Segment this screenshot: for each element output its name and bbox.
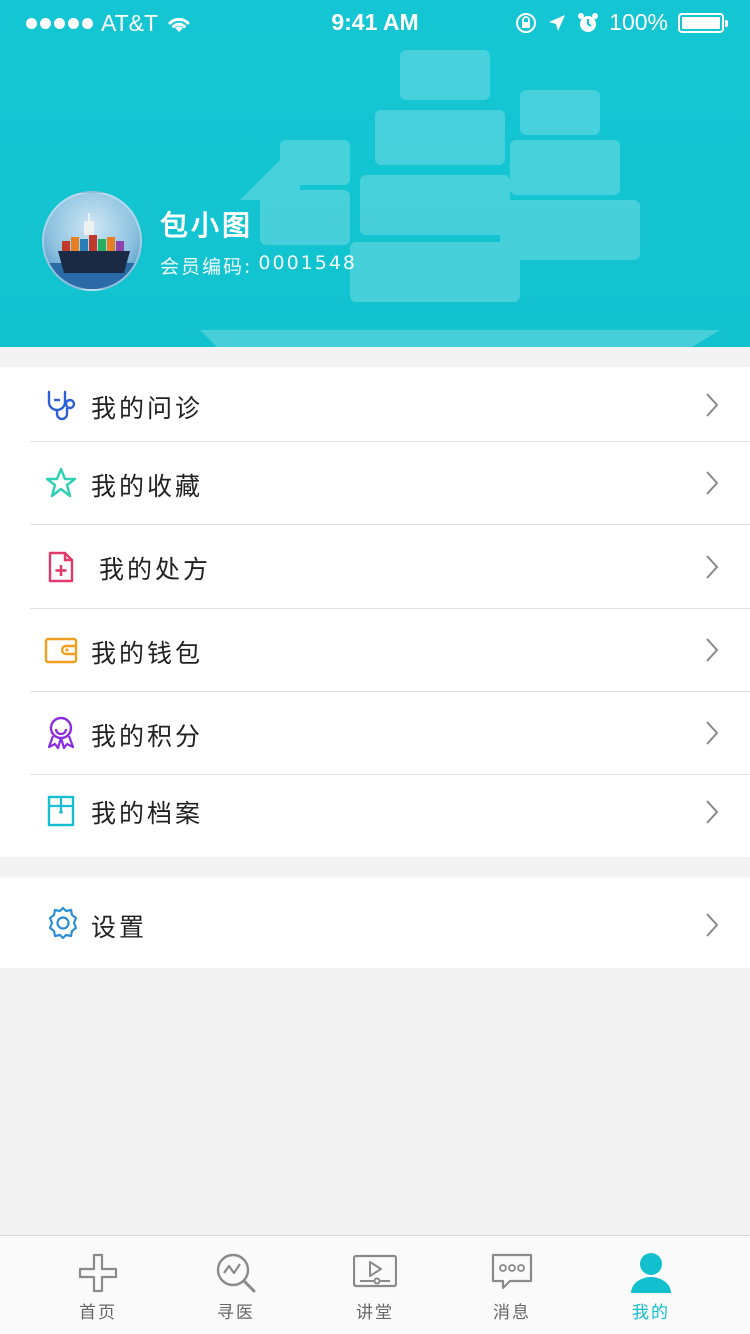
user-name: 包小图 — [160, 208, 254, 242]
tab-label: 首页 — [79, 1303, 117, 1323]
status-bar: AT&T 9:41 AM 100% — [0, 0, 750, 44]
chevron-right-icon — [706, 555, 719, 579]
chevron-right-icon — [706, 721, 719, 745]
battery-percent: 100% — [609, 9, 668, 35]
wallet-icon — [44, 637, 78, 664]
tab-bar: 首页 寻医 讲堂 消息 我的 — [0, 1235, 750, 1334]
archive-icon — [47, 795, 75, 827]
stethoscope-icon — [47, 390, 76, 421]
menu-item-label: 我的问诊 — [91, 394, 204, 423]
home-cross-icon — [78, 1253, 118, 1293]
medal-icon — [47, 716, 75, 750]
menu-item-label: 我的收藏 — [91, 472, 204, 501]
settings-group: 设置 — [0, 877, 750, 968]
battery-icon — [678, 12, 728, 33]
menu-item-label: 我的钱包 — [91, 639, 204, 668]
menu-item-wallet[interactable]: 我的钱包 — [0, 609, 750, 692]
member-id-line: 会员编码: 0001548 — [160, 252, 357, 279]
menu-item-prescription[interactable]: 我的处方 — [0, 525, 750, 609]
menu-item-label: 我的积分 — [91, 722, 204, 751]
tab-home[interactable]: 首页 — [23, 1236, 173, 1334]
tab-find-doctor[interactable]: 寻医 — [161, 1236, 311, 1334]
menu-item-label: 我的档案 — [91, 799, 204, 828]
avatar[interactable] — [42, 191, 142, 291]
menu-item-points[interactable]: 我的积分 — [0, 692, 750, 775]
gear-icon — [48, 906, 78, 940]
settings-label: 设置 — [91, 913, 148, 942]
chevron-right-icon — [706, 638, 719, 662]
menu-item-archive[interactable]: 我的档案 — [0, 775, 750, 857]
prescription-icon — [48, 551, 74, 583]
menu-item-settings[interactable]: 设置 — [0, 877, 750, 968]
tab-label: 消息 — [493, 1303, 531, 1323]
user-profile[interactable]: 包小图 会员编码: 0001548 — [42, 191, 357, 291]
ship-avatar-image — [44, 213, 140, 289]
tab-messages[interactable]: 消息 — [437, 1236, 587, 1334]
chevron-right-icon — [706, 800, 719, 824]
profile-icon — [631, 1253, 671, 1293]
sailing-ship-background — [200, 50, 720, 347]
star-icon — [45, 467, 77, 498]
tab-profile[interactable]: 我的 — [576, 1236, 726, 1334]
profile-header: AT&T 9:41 AM 100% 包小图 会员编码: 0001548 — [0, 0, 750, 347]
member-id-value: 0001548 — [258, 251, 358, 274]
location-arrow-icon — [549, 14, 566, 31]
tab-label: 寻医 — [217, 1303, 255, 1323]
profile-page: AT&T 9:41 AM 100% 包小图 会员编码: 0001548 我的问诊… — [0, 0, 750, 1334]
menu-list: 我的问诊 我的收藏 我的处方 我的钱包 我的积分 我的档案 — [0, 367, 750, 857]
chevron-right-icon — [706, 393, 719, 417]
message-icon — [491, 1253, 533, 1290]
tab-lectures[interactable]: 讲堂 — [300, 1236, 450, 1334]
alarm-icon — [578, 12, 599, 32]
member-id-label: 会员编码: — [160, 255, 253, 278]
chevron-right-icon — [706, 913, 719, 937]
tab-label: 讲堂 — [356, 1303, 394, 1323]
menu-item-favorites[interactable]: 我的收藏 — [0, 442, 750, 525]
menu-item-consultation[interactable]: 我的问诊 — [0, 367, 750, 442]
menu-item-label: 我的处方 — [99, 555, 212, 584]
search-doctor-icon — [216, 1253, 256, 1293]
chevron-right-icon — [706, 471, 719, 495]
video-lecture-icon — [353, 1254, 397, 1288]
tab-label: 我的 — [632, 1303, 670, 1323]
rotation-lock-icon — [516, 12, 537, 33]
